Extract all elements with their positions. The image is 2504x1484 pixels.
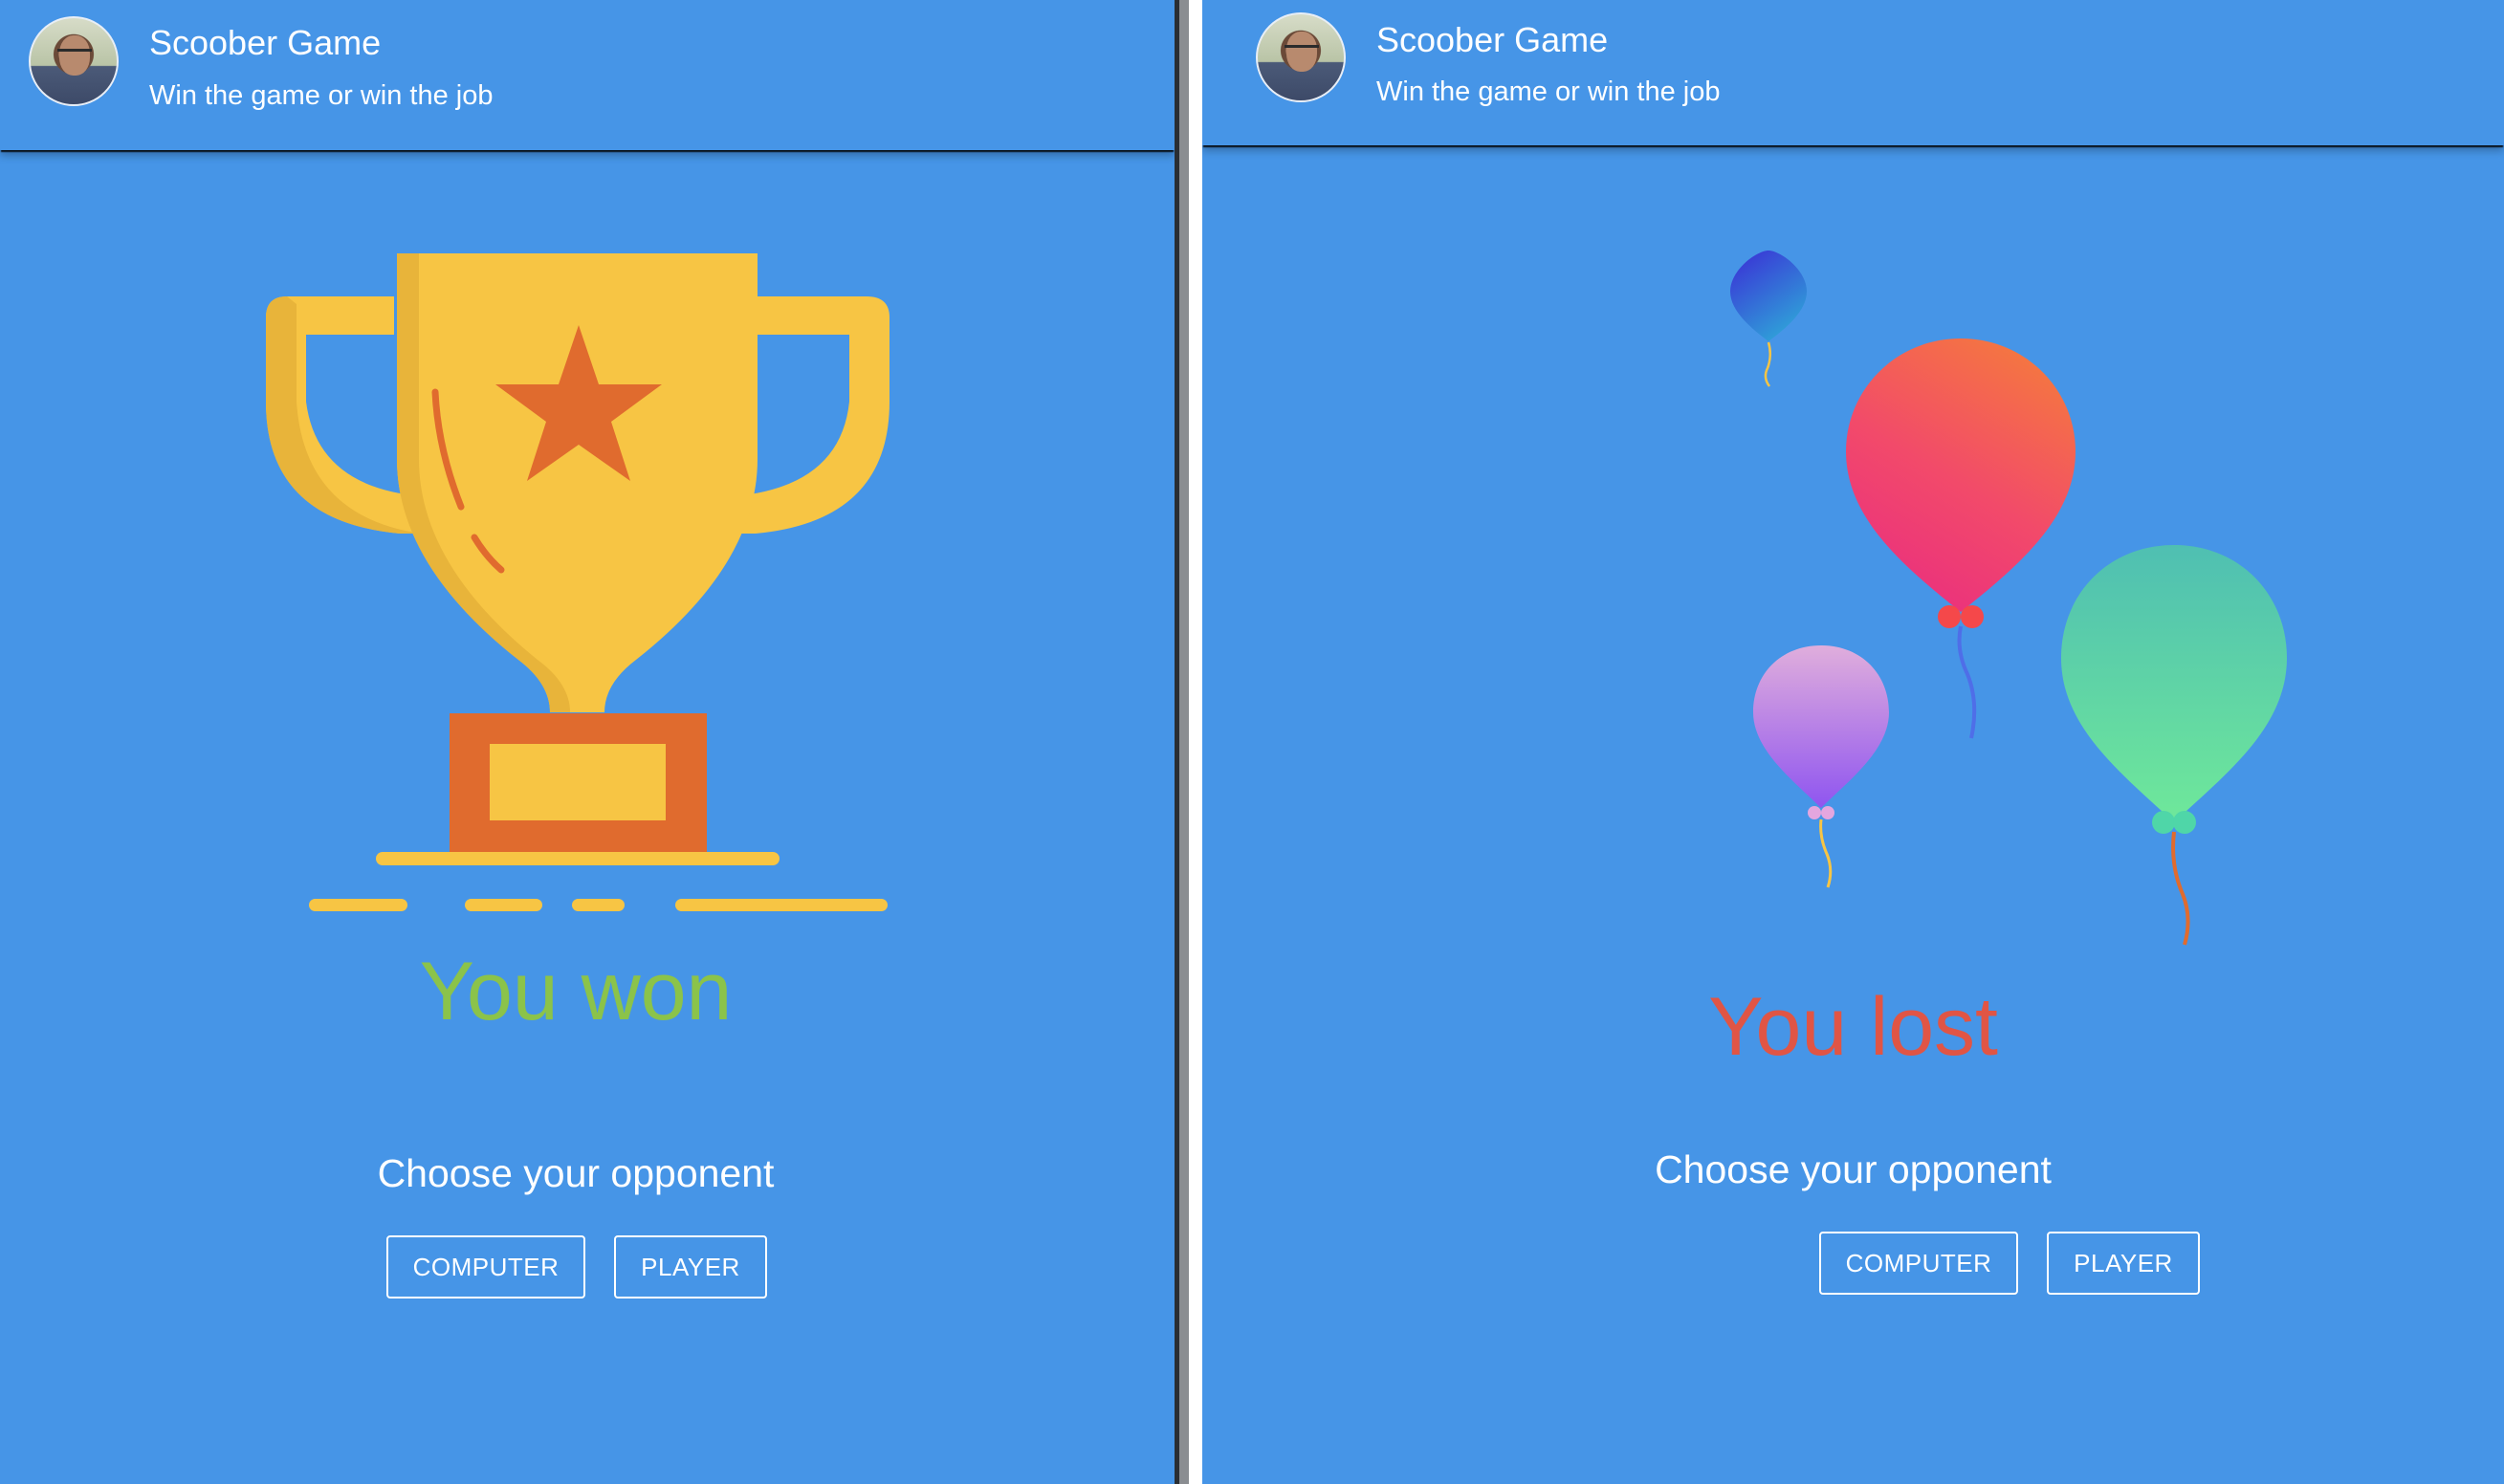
window-divider [1179,0,1189,1484]
choose-opponent-label: Choose your opponent [1655,1147,2052,1191]
avatar-glasses [57,49,92,59]
app-header: Scoober Game Win the game or win the job [0,0,1175,150]
avatar-glasses [1285,45,1319,55]
window-divider [1189,0,1202,1484]
computer-button[interactable]: COMPUTER [386,1235,585,1298]
app-title: Scoober Game [149,23,382,62]
result-text: You won [419,946,733,1037]
result-text: You lost [1708,981,1998,1073]
user-avatar [1256,12,1346,102]
choose-opponent-label: Choose your opponent [377,1151,775,1195]
app-header: Scoober Game Win the game or win the job [1202,0,2504,145]
player-button[interactable]: PLAYER [2047,1232,2200,1295]
computer-button[interactable]: COMPUTER [1819,1232,2018,1295]
won-screen: Scoober Game Win the game or win the job… [0,0,1175,1484]
lost-screen: Scoober Game Win the game or win the job [1202,0,2504,1484]
app-title: Scoober Game [1376,20,1609,59]
app-subtitle: Win the game or win the job [149,80,494,111]
player-button[interactable]: PLAYER [614,1235,767,1298]
user-avatar [29,16,119,106]
app-subtitle: Win the game or win the job [1376,76,1721,107]
